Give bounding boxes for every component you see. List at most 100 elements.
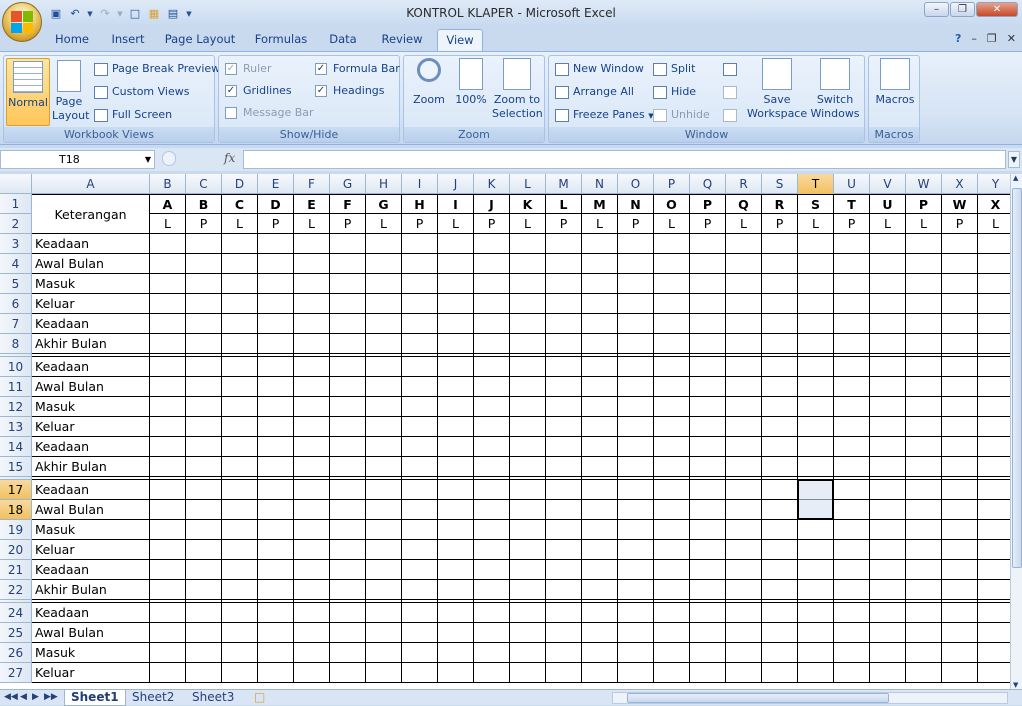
row-header-3[interactable]: 3 — [0, 234, 32, 254]
tab-home[interactable]: Home — [50, 29, 94, 51]
header-cell[interactable]: P — [942, 214, 978, 234]
data-cell[interactable] — [582, 560, 618, 580]
worksheet-grid[interactable]: ABCDEFGHIJKLMNOPQRSTUVWXY 1 2 3 4 5 6 7 8 10 11 12… — [0, 174, 1022, 689]
data-cell[interactable] — [546, 294, 582, 314]
header-cell[interactable]: P — [906, 194, 942, 214]
data-cell[interactable] — [366, 603, 402, 623]
data-cell[interactable] — [690, 314, 726, 334]
data-cell[interactable] — [546, 334, 582, 354]
switch-windows-button[interactable]: Switch Windows — [807, 58, 863, 121]
data-cell[interactable] — [438, 480, 474, 500]
header-cell[interactable]: P — [618, 214, 654, 234]
custom-views-button[interactable]: Custom Views — [94, 83, 189, 101]
label-cell[interactable]: Keluar — [32, 417, 150, 437]
data-cell[interactable] — [258, 294, 294, 314]
data-cell[interactable] — [474, 274, 510, 294]
data-cell[interactable] — [762, 560, 798, 580]
data-cell[interactable] — [510, 663, 546, 683]
data-cell[interactable] — [258, 357, 294, 377]
header-cell[interactable]: H — [402, 194, 438, 214]
column-header-i[interactable]: I — [402, 174, 438, 194]
zoom-100-button[interactable]: 100% — [452, 58, 490, 107]
data-cell[interactable] — [186, 480, 222, 500]
label-cell[interactable]: Keadaan — [32, 234, 150, 254]
data-cell[interactable] — [438, 254, 474, 274]
data-cell[interactable] — [474, 437, 510, 457]
data-cell[interactable] — [618, 480, 654, 500]
column-header-o[interactable]: O — [618, 174, 654, 194]
data-cell[interactable] — [546, 417, 582, 437]
column-header-h[interactable]: H — [366, 174, 402, 194]
data-cell[interactable] — [366, 294, 402, 314]
row-header-8[interactable]: 8 — [0, 334, 32, 354]
data-cell[interactable] — [618, 397, 654, 417]
header-cell[interactable]: N — [618, 194, 654, 214]
row-header-13[interactable]: 13 — [0, 417, 32, 437]
data-cell[interactable] — [834, 560, 870, 580]
data-cell[interactable] — [510, 540, 546, 560]
data-cell[interactable] — [906, 457, 942, 477]
data-cell[interactable] — [150, 397, 186, 417]
data-cell[interactable] — [258, 457, 294, 477]
data-cell[interactable] — [726, 623, 762, 643]
header-cell[interactable]: M — [582, 194, 618, 214]
split-button[interactable]: Split — [653, 60, 695, 78]
data-cell[interactable] — [438, 274, 474, 294]
data-cell[interactable] — [726, 603, 762, 623]
data-cell[interactable] — [510, 377, 546, 397]
data-cell[interactable] — [654, 663, 690, 683]
data-cell[interactable] — [654, 234, 690, 254]
first-sheet-icon[interactable]: ◀◀ — [4, 692, 18, 702]
data-cell[interactable] — [978, 294, 1014, 314]
data-cell[interactable] — [330, 580, 366, 600]
data-cell[interactable] — [366, 540, 402, 560]
data-cell[interactable] — [366, 314, 402, 334]
header-cell[interactable]: L — [438, 214, 474, 234]
column-header-j[interactable]: J — [438, 174, 474, 194]
column-header-g[interactable]: G — [330, 174, 366, 194]
data-cell[interactable] — [942, 580, 978, 600]
column-header-t[interactable]: T — [798, 174, 834, 194]
data-cell[interactable] — [222, 643, 258, 663]
last-sheet-icon[interactable]: ▶▶ — [44, 692, 58, 702]
data-cell[interactable] — [474, 623, 510, 643]
row-header-2[interactable]: 2 — [0, 214, 32, 234]
data-cell[interactable] — [222, 334, 258, 354]
data-cell[interactable] — [330, 480, 366, 500]
data-cell[interactable] — [942, 643, 978, 663]
data-cell[interactable] — [834, 663, 870, 683]
data-cell[interactable] — [366, 457, 402, 477]
data-cell[interactable] — [186, 234, 222, 254]
data-cell[interactable] — [330, 314, 366, 334]
column-header-n[interactable]: N — [582, 174, 618, 194]
header-cell[interactable]: B — [186, 194, 222, 214]
data-cell[interactable] — [870, 560, 906, 580]
data-cell[interactable] — [654, 457, 690, 477]
data-cell[interactable] — [474, 643, 510, 663]
data-cell[interactable] — [510, 314, 546, 334]
header-cell[interactable]: L — [366, 214, 402, 234]
data-cell[interactable] — [366, 417, 402, 437]
new-window-button[interactable]: New Window — [555, 60, 644, 78]
row-header-12[interactable]: 12 — [0, 397, 32, 417]
header-cell[interactable]: W — [942, 194, 978, 214]
data-cell[interactable] — [222, 663, 258, 683]
data-cell[interactable] — [906, 274, 942, 294]
column-header-m[interactable]: M — [546, 174, 582, 194]
data-cell[interactable] — [690, 334, 726, 354]
data-cell[interactable] — [834, 643, 870, 663]
data-cell[interactable] — [834, 500, 870, 520]
data-cell[interactable] — [942, 377, 978, 397]
data-cell[interactable] — [186, 623, 222, 643]
expand-formula-bar-icon[interactable]: ▼ — [1008, 151, 1020, 168]
data-cell[interactable] — [150, 294, 186, 314]
data-cell[interactable] — [222, 560, 258, 580]
row-header-22[interactable]: 22 — [0, 580, 32, 600]
data-cell[interactable] — [906, 580, 942, 600]
unhide-window-button[interactable]: Unhide — [653, 106, 710, 124]
data-cell[interactable] — [978, 274, 1014, 294]
data-cell[interactable] — [366, 643, 402, 663]
data-cell[interactable] — [510, 580, 546, 600]
data-cell[interactable] — [186, 334, 222, 354]
data-cell[interactable] — [150, 643, 186, 663]
